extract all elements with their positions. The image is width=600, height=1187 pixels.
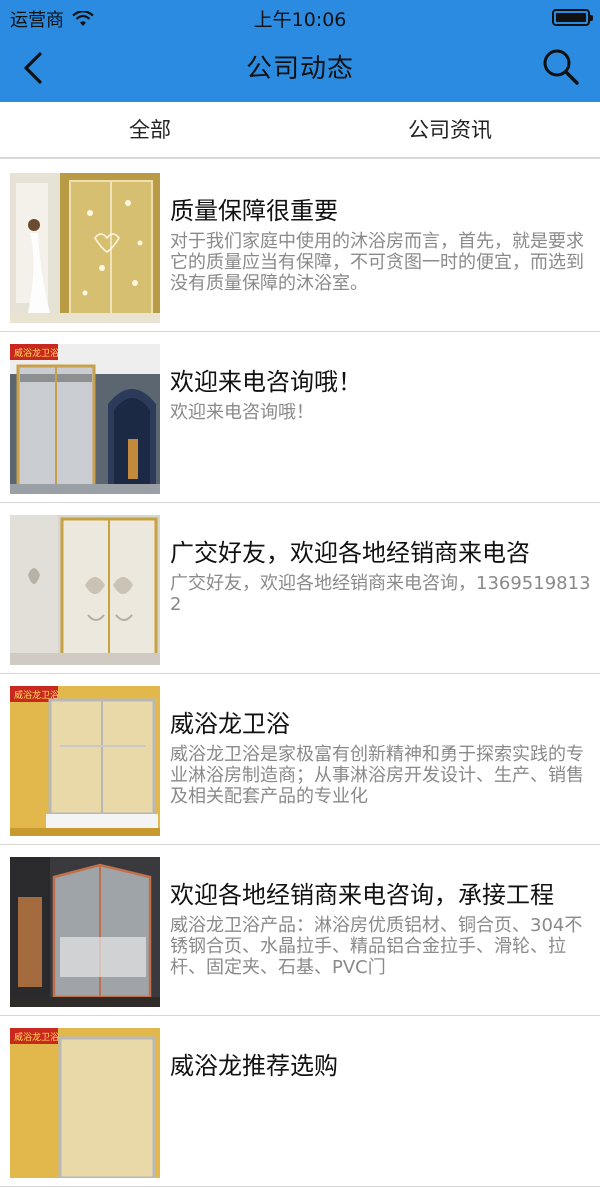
article-list: 质量保障很重要 对于我们家庭中使用的沐浴房而言，首先，就是要求它的质量应当有保障… xyxy=(0,161,600,1187)
article-summary: 广交好友，欢迎各地经销商来电咨询，13695198132 xyxy=(170,573,591,615)
list-item[interactable]: 威浴龙卫浴 威浴龙推荐选购 xyxy=(0,1016,600,1187)
brand-logo-text: 威浴龙卫浴 xyxy=(14,1031,59,1043)
article-summary: 欢迎来电咨询哦！ xyxy=(170,402,314,423)
article-title: 威浴龙推荐选购 xyxy=(170,1052,338,1080)
article-thumbnail: 威浴龙卫浴 xyxy=(10,686,160,836)
article-thumbnail: 威浴龙卫浴 xyxy=(10,344,160,494)
tab-all[interactable]: 全部 xyxy=(0,102,300,159)
tab-company-news[interactable]: 公司资讯 xyxy=(300,102,600,159)
list-item[interactable]: 广交好友，欢迎各地经销商来电咨 广交好友，欢迎各地经销商来电咨询，1369519… xyxy=(0,503,600,674)
search-button[interactable] xyxy=(540,46,582,88)
list-item[interactable]: 欢迎各地经销商来电咨询，承接工程 威浴龙卫浴产品：淋浴房优质铝材、铜合页、304… xyxy=(0,845,600,1016)
article-thumbnail: 威浴龙卫浴 xyxy=(10,1028,160,1178)
list-item[interactable]: 质量保障很重要 对于我们家庭中使用的沐浴房而言，首先，就是要求它的质量应当有保障… xyxy=(0,161,600,332)
app-header: 运营商 上午10:06 公司动态 xyxy=(0,0,600,102)
search-icon xyxy=(543,49,579,85)
status-time: 上午10:06 xyxy=(253,9,347,31)
page-title: 公司动态 xyxy=(245,54,354,84)
article-thumbnail xyxy=(10,515,160,665)
article-summary: 威浴龙卫浴是家极富有创新精神和勇于探索实践的专业淋浴房制造商；从事淋浴房开发设计… xyxy=(170,744,584,807)
battery-icon xyxy=(552,9,593,26)
article-thumbnail xyxy=(10,857,160,1007)
article-summary: 威浴龙卫浴产品：淋浴房优质铝材、铜合页、304不锈钢合页、水晶拉手、精品铝合金拉… xyxy=(170,915,583,978)
article-title: 欢迎来电咨询哦！ xyxy=(170,368,362,396)
article-title: 欢迎各地经销商来电咨询，承接工程 xyxy=(170,881,554,909)
brand-logo-text: 威浴龙卫浴 xyxy=(14,347,59,359)
list-item[interactable]: 威浴龙卫浴 威浴龙卫浴 威浴龙卫浴是家极富有创新精神和勇于探索实践的专业淋浴房制… xyxy=(0,674,600,845)
article-summary: 对于我们家庭中使用的沐浴房而言，首先，就是要求它的质量应当有保障，不可贪图一时的… xyxy=(170,231,584,294)
category-tabs: 全部 公司资讯 xyxy=(0,102,600,159)
article-thumbnail xyxy=(10,173,160,323)
list-item[interactable]: 威浴龙卫浴 欢迎来电咨询哦！ 欢迎来电咨询哦！ xyxy=(0,332,600,503)
status-bar: 运营商 上午10:06 xyxy=(0,0,600,34)
article-title: 广交好友，欢迎各地经销商来电咨 xyxy=(170,539,530,567)
article-title: 质量保障很重要 xyxy=(170,197,338,225)
article-title: 威浴龙卫浴 xyxy=(170,710,290,738)
